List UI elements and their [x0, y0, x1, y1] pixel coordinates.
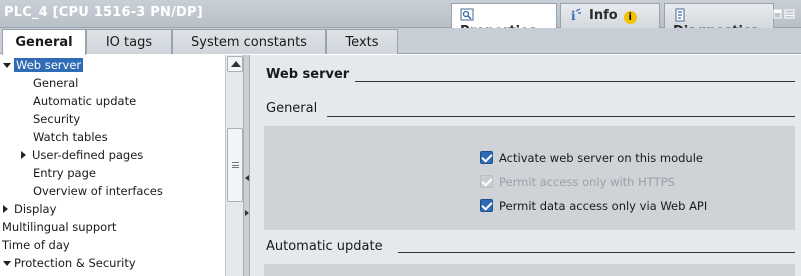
tree-item-user-defined-pages[interactable]: User-defined pages: [18, 146, 143, 164]
tree-item-multilingual-support[interactable]: Multilingual support: [2, 218, 116, 236]
tree-item-security[interactable]: Security: [33, 110, 80, 128]
tree-scrollbar[interactable]: [225, 55, 243, 276]
svg-text:i: i: [571, 9, 576, 22]
automatic-update-group: [264, 264, 795, 276]
tree-item-automatic-update[interactable]: Automatic update: [33, 92, 136, 110]
info-icon: i: [569, 8, 583, 23]
tree-item-web-server[interactable]: Web server: [0, 56, 84, 74]
scrollbar-thumb[interactable]: [227, 128, 243, 202]
info-badge-icon: i: [623, 11, 637, 24]
expanded-arrow-icon[interactable]: [3, 261, 11, 266]
grip-icon: [232, 162, 239, 168]
properties-content-pane: Web server General Activate web server o…: [250, 55, 801, 276]
inspector-title-bar: PLC_4 [CPU 1516-3 PN/DP] Properties i In…: [0, 0, 801, 39]
tree-item-overview-of-interfaces[interactable]: Overview of interfaces: [33, 182, 163, 200]
tree-item-time-of-day[interactable]: Time of day: [2, 236, 70, 254]
tree-item-protection-security[interactable]: Protection & Security: [0, 254, 136, 272]
collapsed-arrow-icon[interactable]: [3, 205, 8, 213]
section-divider: [355, 81, 795, 82]
tab-texts[interactable]: Texts: [326, 29, 398, 54]
tree-item-watch-tables[interactable]: Watch tables: [33, 128, 108, 146]
section-divider: [398, 252, 795, 253]
tree-item-display[interactable]: Display: [0, 200, 56, 218]
option-activate-web-server[interactable]: Activate web server on this module: [480, 150, 703, 168]
properties-icon: [460, 8, 474, 22]
option-https-only: Permit access only with HTTPS: [480, 174, 675, 192]
checkbox-checked-icon[interactable]: [480, 199, 493, 212]
option-web-api-only[interactable]: Permit data access only via Web API: [480, 198, 707, 216]
navigation-tree: Web server General Automatic update Secu…: [0, 55, 225, 276]
tab-diagnostics[interactable]: Diagnostics: [664, 3, 774, 39]
tab-system-constants[interactable]: System constants: [172, 29, 326, 54]
pane-splitter[interactable]: [243, 55, 250, 276]
section-heading-general: General: [266, 101, 318, 116]
expand-right-arrow-icon[interactable]: [245, 210, 249, 216]
window-layout-icon[interactable]: [773, 8, 795, 20]
diagnostics-icon: [673, 8, 687, 22]
tab-info[interactable]: i Info i: [560, 3, 660, 28]
expanded-arrow-icon[interactable]: [3, 63, 11, 68]
checkbox-checked-icon[interactable]: [480, 151, 493, 164]
checkbox-checked-disabled-icon: [480, 175, 493, 188]
section-heading-web-server: Web server: [266, 67, 350, 82]
collapsed-arrow-icon[interactable]: [21, 151, 26, 159]
tree-item-general[interactable]: General: [33, 74, 78, 92]
section-heading-automatic-update: Automatic update: [266, 239, 383, 254]
window-title: PLC_4 [CPU 1516-3 PN/DP]: [4, 5, 203, 20]
general-settings-group: Activate web server on this module Permi…: [264, 126, 795, 230]
scroll-up-arrow-icon[interactable]: [227, 56, 243, 72]
tree-item-entry-page[interactable]: Entry page: [33, 164, 96, 182]
tab-properties[interactable]: Properties: [451, 3, 557, 39]
collapse-left-arrow-icon[interactable]: [245, 175, 249, 181]
properties-tab-bar: General IO tags System constants Texts: [0, 28, 801, 55]
tab-io-tags[interactable]: IO tags: [86, 29, 172, 54]
tab-general[interactable]: General: [2, 29, 86, 55]
section-divider: [327, 116, 795, 117]
